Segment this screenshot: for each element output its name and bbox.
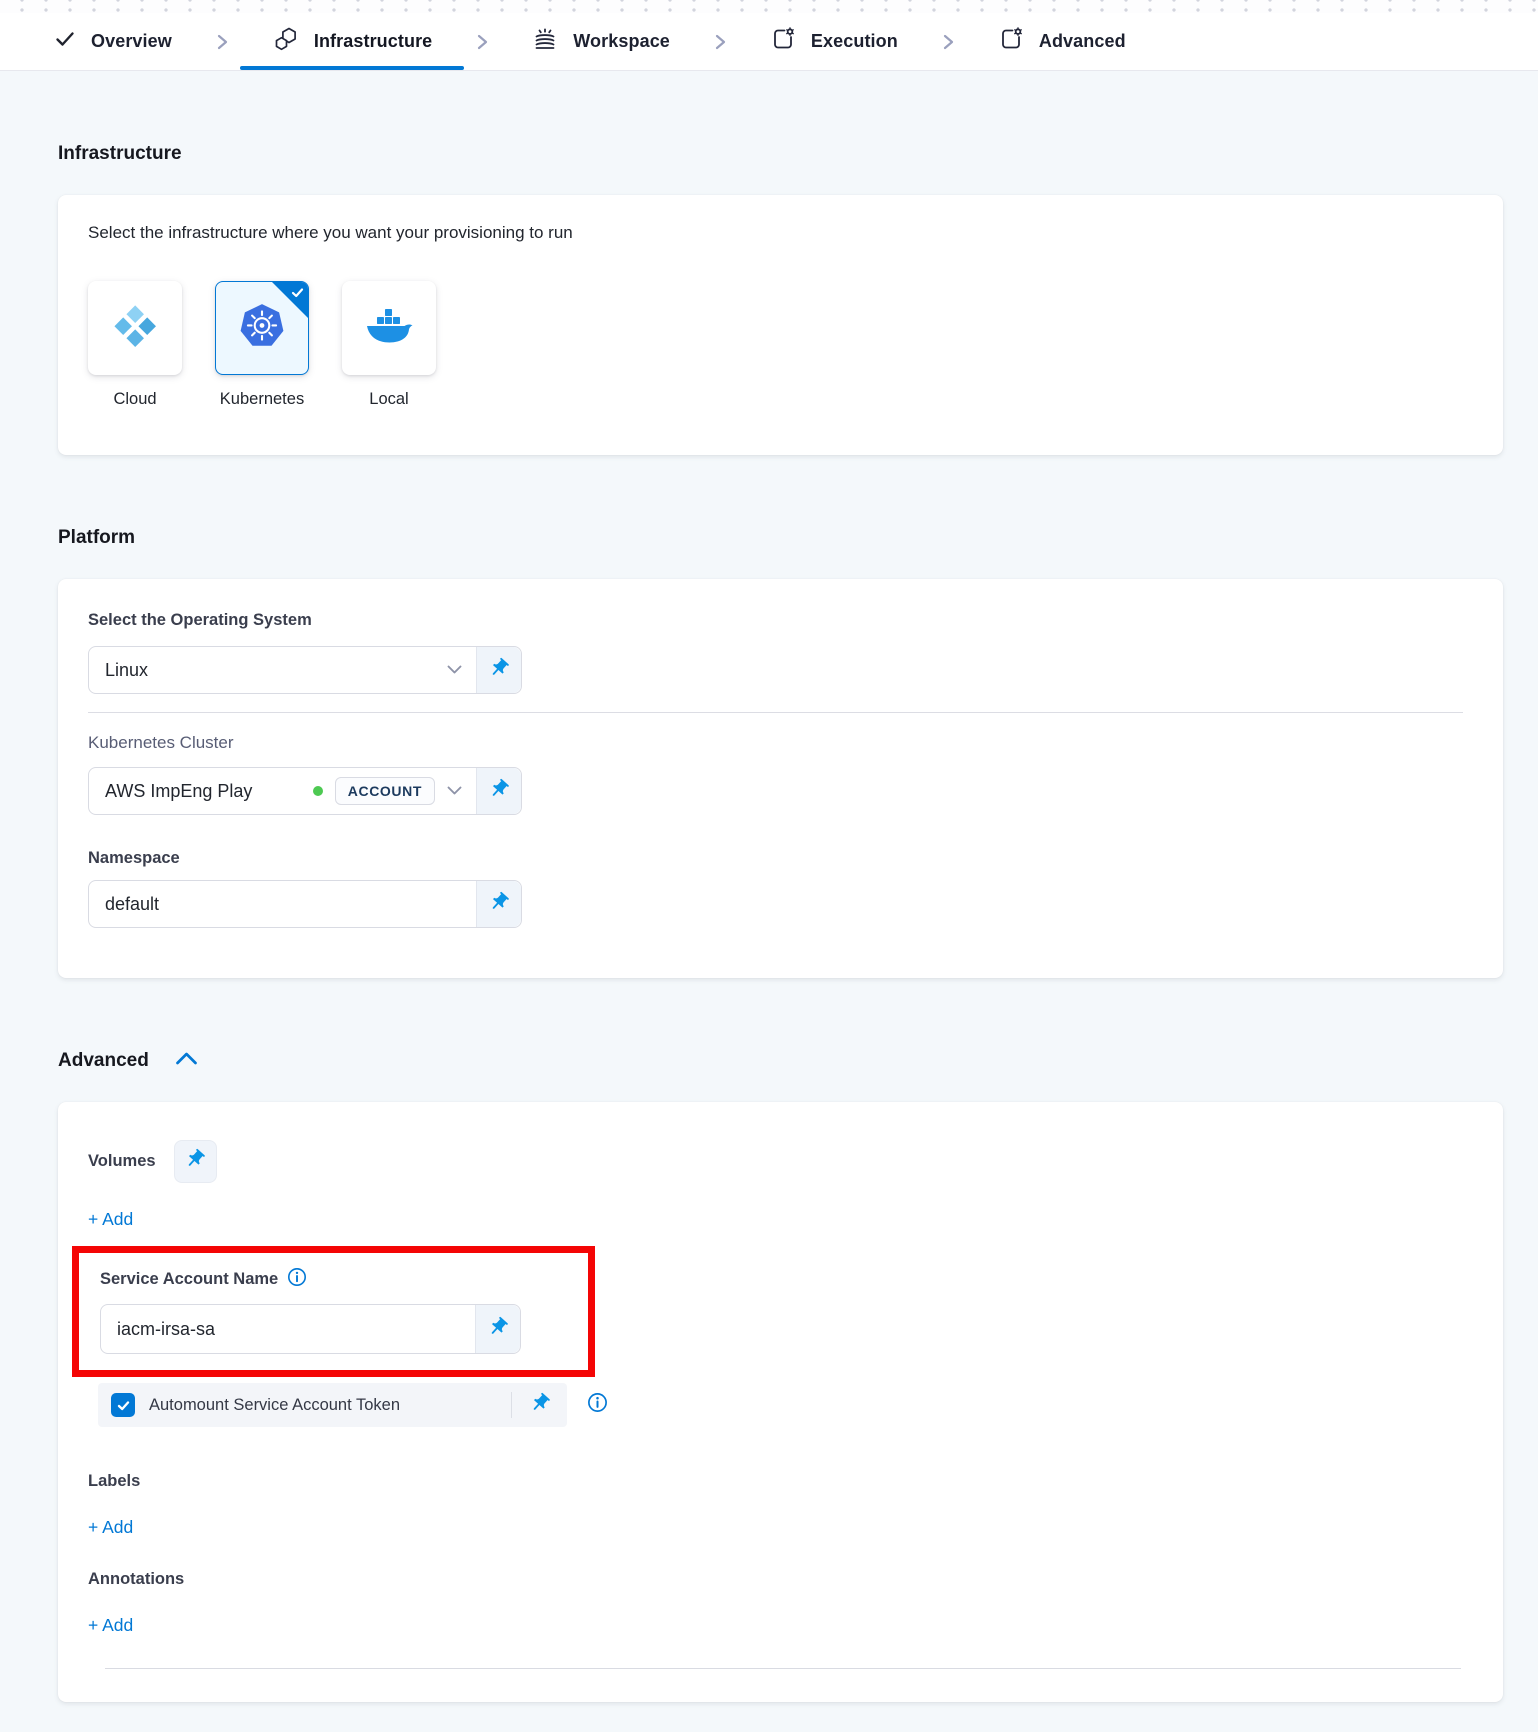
service-account-field bbox=[100, 1304, 521, 1354]
tab-execution[interactable]: Execution bbox=[764, 13, 904, 70]
stack-icon bbox=[532, 26, 558, 57]
volumes-label: Volumes bbox=[88, 1152, 156, 1171]
status-dot bbox=[313, 786, 323, 796]
cloud-tile[interactable] bbox=[88, 281, 182, 375]
automount-label: Automount Service Account Token bbox=[149, 1396, 400, 1415]
service-account-pin-button[interactable] bbox=[475, 1305, 520, 1353]
divider bbox=[511, 1392, 512, 1418]
cluster-label: Kubernetes Cluster bbox=[88, 733, 1473, 753]
option-kubernetes: Kubernetes bbox=[215, 281, 309, 409]
infrastructure-card: Select the infrastructure where you want… bbox=[58, 195, 1503, 455]
namespace-pin-button[interactable] bbox=[476, 881, 521, 927]
chevron-right-icon bbox=[940, 31, 956, 53]
advanced-card: Volumes + Add Service Account Name bbox=[58, 1102, 1503, 1702]
wizard-stepper: Overview Infrastructure Workspace bbox=[0, 13, 1538, 71]
collapse-advanced-button[interactable] bbox=[175, 1051, 198, 1071]
os-label: Select the Operating System bbox=[88, 611, 1473, 630]
infrastructure-prompt: Select the infrastructure where you want… bbox=[88, 223, 1473, 243]
divider bbox=[105, 1668, 1461, 1669]
chevron-up-icon bbox=[175, 1051, 198, 1071]
chevron-right-icon bbox=[474, 31, 490, 53]
cluster-select[interactable]: AWS ImpEng Play ACCOUNT bbox=[88, 767, 522, 815]
os-select[interactable]: Linux bbox=[88, 646, 522, 694]
tab-infrastructure[interactable]: Infrastructure bbox=[266, 13, 438, 70]
namespace-input[interactable] bbox=[105, 894, 462, 915]
section-title-infrastructure: Infrastructure bbox=[58, 143, 1503, 165]
divider bbox=[88, 712, 1463, 713]
tab-label: Workspace bbox=[573, 31, 670, 52]
local-tile[interactable] bbox=[342, 281, 436, 375]
section-title-platform: Platform bbox=[58, 527, 1503, 549]
pin-icon bbox=[487, 1316, 509, 1343]
tab-label: Advanced bbox=[1039, 31, 1126, 52]
kubernetes-tile[interactable] bbox=[215, 281, 309, 375]
pin-icon bbox=[488, 657, 510, 684]
tab-label: Overview bbox=[91, 31, 172, 52]
tile-label: Cloud bbox=[113, 390, 156, 409]
service-account-label: Service Account Name bbox=[100, 1270, 278, 1289]
namespace-field bbox=[88, 880, 522, 928]
hexagons-icon bbox=[272, 26, 299, 58]
os-value: Linux bbox=[105, 660, 148, 681]
pin-icon bbox=[184, 1148, 206, 1175]
chevron-right-icon bbox=[712, 31, 728, 53]
box-gear-icon bbox=[998, 26, 1024, 57]
add-label-button[interactable]: + Add bbox=[88, 1517, 133, 1538]
selected-check-icon bbox=[290, 285, 305, 305]
tab-label: Infrastructure bbox=[314, 31, 432, 52]
cloud-diamonds-icon bbox=[112, 303, 158, 354]
chevron-right-icon bbox=[214, 31, 230, 53]
tab-advanced[interactable]: Advanced bbox=[992, 13, 1132, 70]
add-volume-button[interactable]: + Add bbox=[88, 1209, 133, 1230]
chevron-down-icon bbox=[447, 665, 462, 675]
check-icon bbox=[54, 28, 76, 55]
box-gear-icon bbox=[770, 26, 796, 57]
os-pin-button[interactable] bbox=[476, 647, 521, 693]
tile-label: Local bbox=[369, 390, 408, 409]
platform-card: Select the Operating System Linux Kubern… bbox=[58, 579, 1503, 978]
pin-icon bbox=[488, 778, 510, 805]
scope-badge: ACCOUNT bbox=[335, 777, 435, 805]
info-icon[interactable] bbox=[587, 1392, 608, 1413]
docker-whale-icon bbox=[364, 305, 414, 352]
pin-icon bbox=[488, 891, 510, 918]
section-title-advanced: Advanced bbox=[58, 1050, 149, 1072]
pin-icon bbox=[529, 1392, 551, 1419]
cluster-value: AWS ImpEng Play bbox=[105, 781, 252, 802]
namespace-label: Namespace bbox=[88, 849, 1473, 868]
chevron-down-icon bbox=[447, 786, 462, 796]
tab-label: Execution bbox=[811, 31, 898, 52]
infrastructure-options: Cloud bbox=[88, 281, 1473, 409]
labels-label: Labels bbox=[88, 1472, 1473, 1491]
option-local: Local bbox=[342, 281, 436, 409]
tab-workspace[interactable]: Workspace bbox=[526, 13, 676, 70]
option-cloud: Cloud bbox=[88, 281, 182, 409]
tab-overview[interactable]: Overview bbox=[48, 13, 178, 70]
info-icon[interactable] bbox=[287, 1267, 307, 1292]
highlight-rectangle: Service Account Name bbox=[72, 1246, 595, 1377]
main-content: Infrastructure Select the infrastructure… bbox=[0, 143, 1538, 1702]
volumes-pin-button[interactable] bbox=[174, 1140, 217, 1183]
automount-checkbox[interactable] bbox=[111, 1393, 135, 1417]
automount-pin-button[interactable] bbox=[526, 1392, 554, 1419]
service-account-input[interactable] bbox=[117, 1319, 461, 1340]
tile-label: Kubernetes bbox=[220, 390, 304, 409]
canvas-dot-grid bbox=[0, 0, 1538, 13]
add-annotation-button[interactable]: + Add bbox=[88, 1615, 133, 1636]
automount-row: Automount Service Account Token bbox=[98, 1383, 567, 1427]
annotations-label: Annotations bbox=[88, 1570, 1473, 1589]
cluster-pin-button[interactable] bbox=[476, 768, 521, 814]
